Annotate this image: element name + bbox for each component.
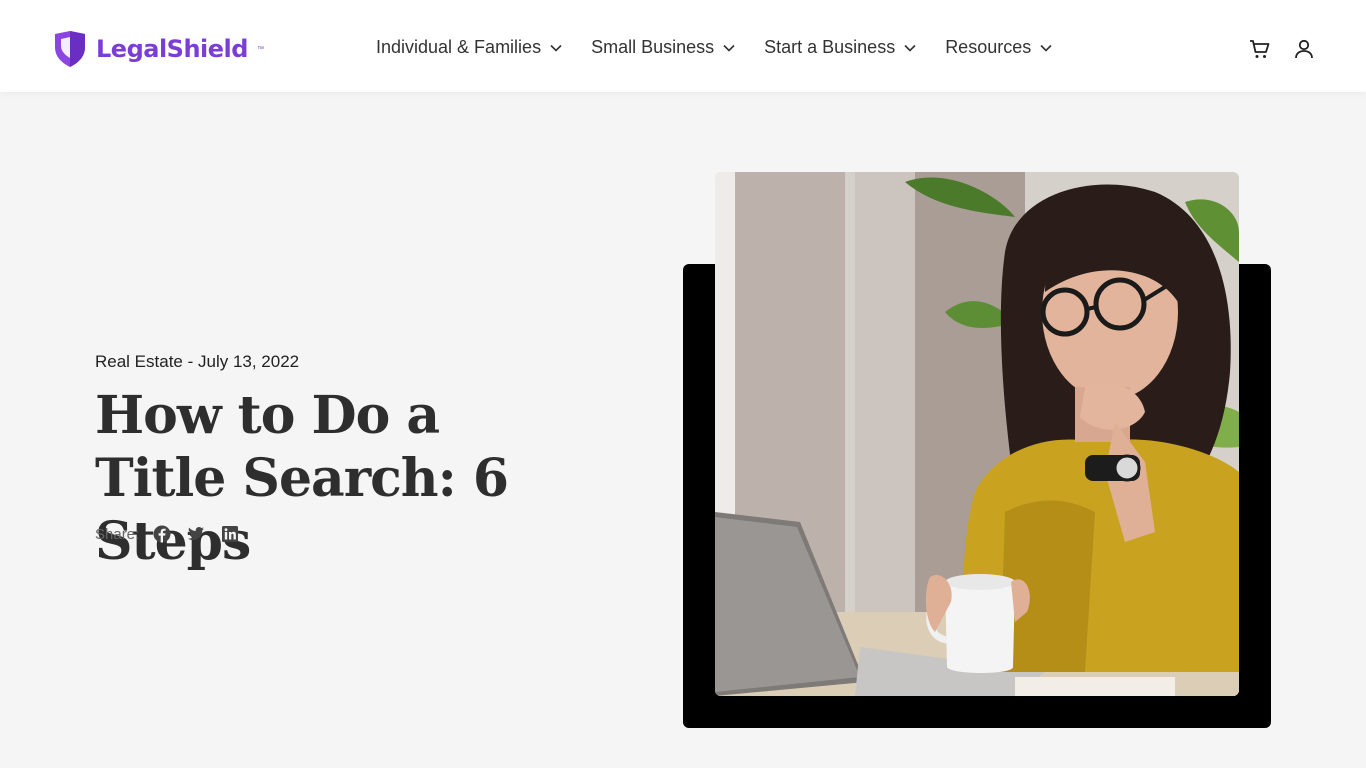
nav-item-label: Resources (945, 37, 1032, 57)
twitter-share-button[interactable] (185, 523, 207, 545)
chevron-down-icon (723, 44, 735, 52)
nav-item-label: Individual & Families (376, 37, 542, 57)
nav-item-small-business[interactable]: Small Business (591, 37, 736, 58)
linkedin-icon (222, 526, 239, 542)
chevron-down-icon (904, 44, 916, 52)
hero-image (715, 172, 1239, 696)
share-bar: Share: (95, 523, 241, 545)
main-nav: Individual & Families Small Business Sta… (376, 37, 1053, 58)
nav-item-label: Start a Business (764, 37, 896, 57)
brand-name: LegalShield (96, 35, 248, 63)
nav-item-resources[interactable]: Resources (945, 37, 1053, 58)
linkedin-share-button[interactable] (219, 523, 241, 545)
facebook-share-button[interactable] (151, 523, 173, 545)
woman-with-laptop-illustration (715, 172, 1239, 696)
cart-icon[interactable] (1248, 37, 1272, 61)
user-icon[interactable] (1292, 37, 1316, 61)
nav-item-individual-families[interactable]: Individual & Families (376, 37, 563, 58)
header-actions (1248, 37, 1316, 61)
article-category-date: Real Estate - July 13, 2022 (95, 352, 300, 371)
twitter-icon (188, 527, 205, 541)
chevron-down-icon (550, 44, 562, 52)
facebook-icon (153, 525, 171, 543)
share-label: Share: (95, 525, 140, 543)
legalshield-logo[interactable]: LegalShield ™ (52, 30, 264, 68)
brand-trademark: ™ (256, 45, 264, 53)
site-header: LegalShield ™ Individual & Families Small… (0, 0, 1366, 92)
nav-item-start-a-business[interactable]: Start a Business (764, 37, 917, 58)
shield-logo-icon (55, 31, 85, 67)
nav-item-label: Small Business (591, 37, 715, 57)
chevron-down-icon (1040, 44, 1052, 52)
